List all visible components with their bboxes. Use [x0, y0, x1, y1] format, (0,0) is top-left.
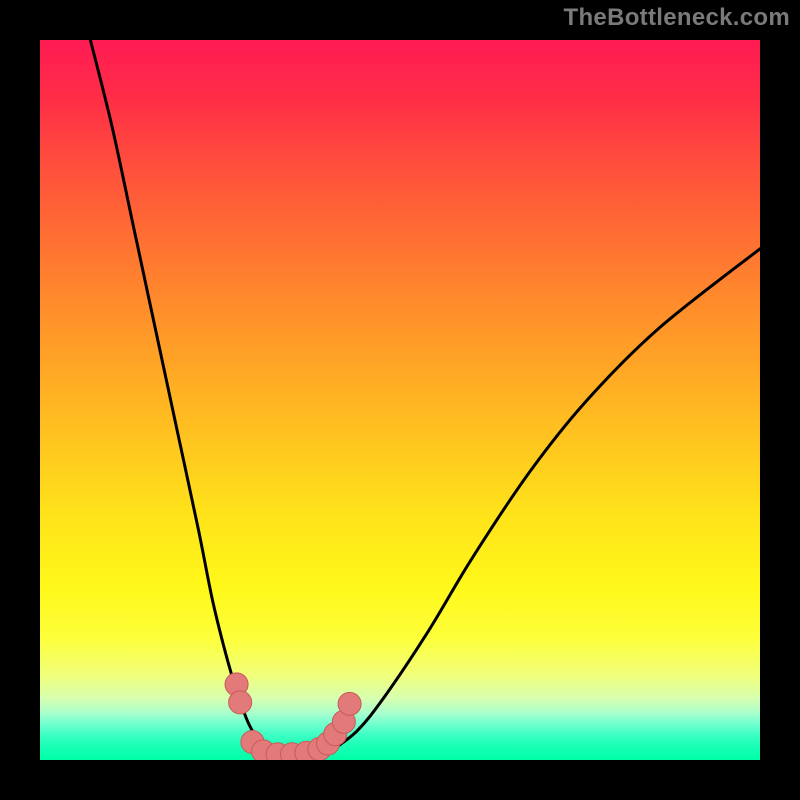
bottleneck-curve	[90, 40, 760, 757]
watermark-text: TheBottleneck.com	[564, 4, 790, 32]
plot-area	[40, 40, 760, 760]
chart-svg	[40, 40, 760, 760]
highlight-dot	[229, 691, 252, 714]
chart-frame: TheBottleneck.com	[0, 0, 800, 800]
highlight-dot	[338, 692, 361, 715]
